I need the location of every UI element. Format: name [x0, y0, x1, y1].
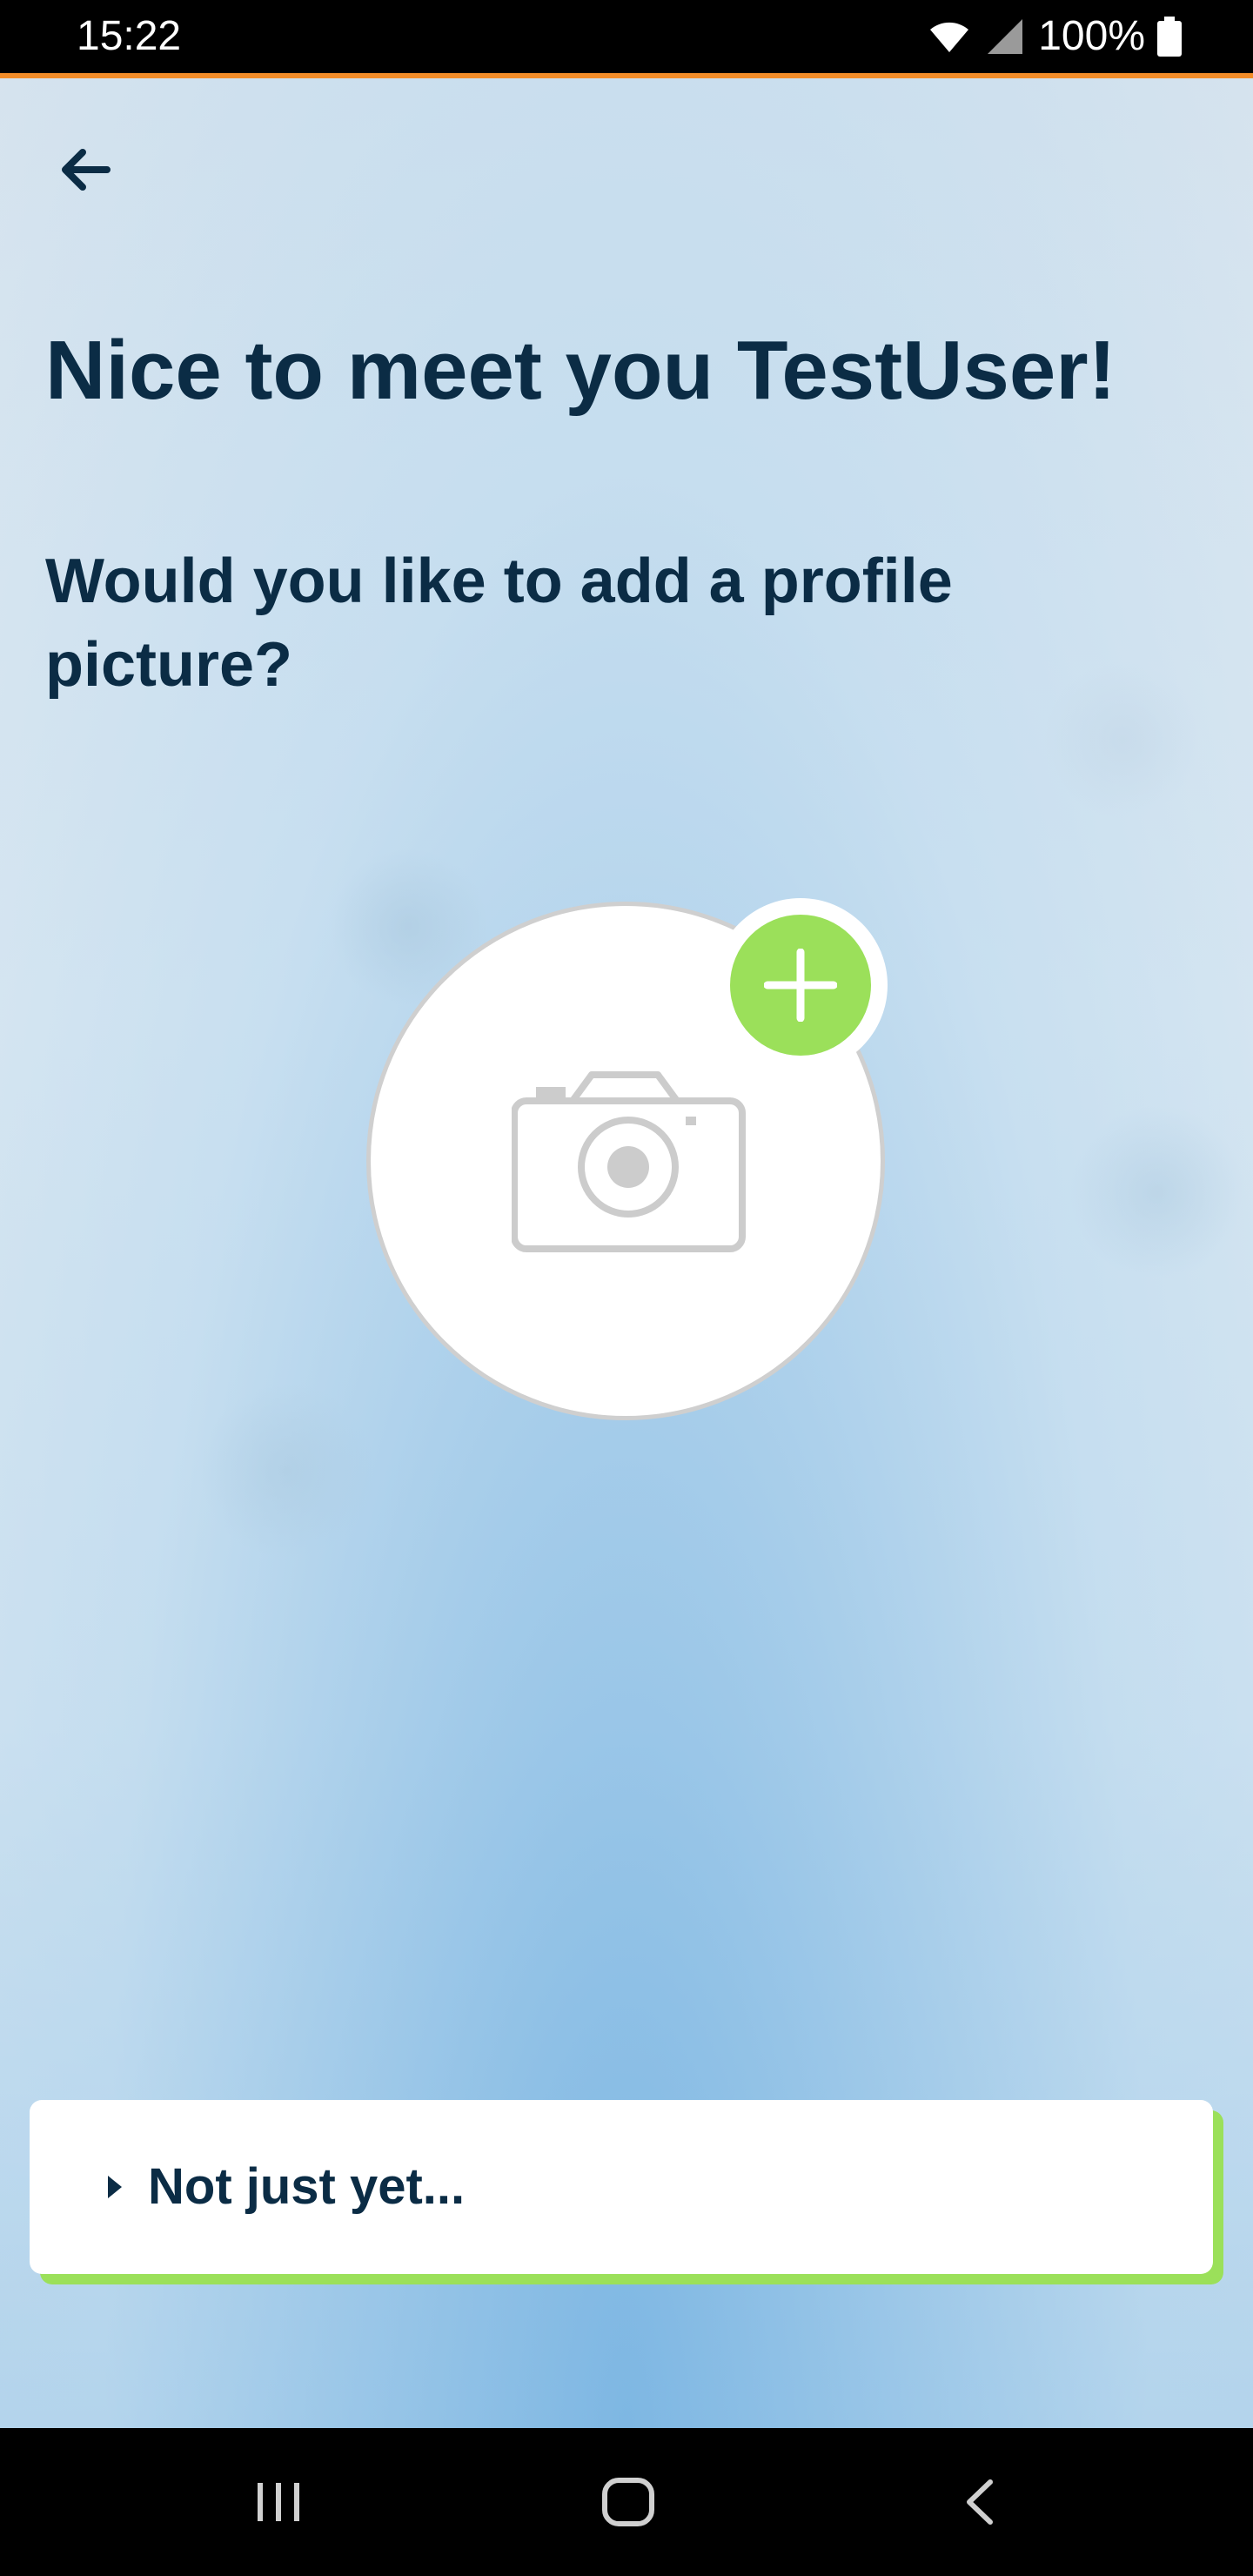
battery-icon [1157, 17, 1182, 57]
recent-apps-button[interactable] [209, 2428, 348, 2576]
add-photo-circle [730, 915, 871, 1056]
plus-icon [764, 949, 837, 1022]
not-just-yet-label: Not just yet... [148, 2158, 466, 2215]
status-icons: 100% [927, 10, 1182, 63]
wifi-icon [930, 22, 969, 52]
add-photo-button[interactable] [714, 898, 888, 1072]
not-just-yet-button[interactable]: Not just yet... [30, 2100, 1213, 2274]
navigation-bar [0, 2428, 1253, 2576]
back-icon [967, 2479, 993, 2525]
home-button[interactable] [559, 2428, 698, 2576]
page-subtitle: Would you like to add a profile picture? [45, 547, 953, 700]
status-bar: 15:22 100% [0, 0, 1253, 73]
page-title: Nice to meet you TestUser! [45, 324, 1116, 417]
caret-right-icon [108, 2176, 122, 2198]
camera-icon [512, 1071, 746, 1252]
system-back-button[interactable] [910, 2428, 1049, 2576]
status-time: 15:22 [77, 13, 182, 59]
back-button[interactable] [45, 131, 124, 209]
signal-icon [988, 19, 1023, 54]
battery-level: 100% [1038, 13, 1145, 59]
arrow-left-icon [62, 149, 111, 191]
home-icon [602, 2478, 654, 2526]
recent-apps-icon [258, 2483, 299, 2521]
